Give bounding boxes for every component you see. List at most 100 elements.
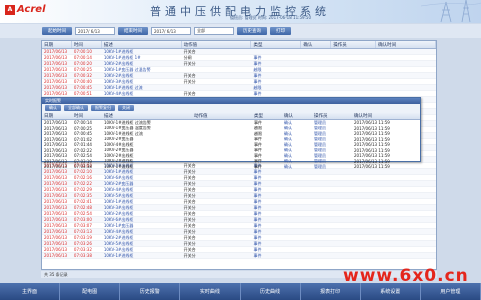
table-cell: 事件 bbox=[253, 247, 262, 252]
table-cell bbox=[331, 205, 376, 210]
table-cell bbox=[301, 223, 331, 228]
col-ack-time[interactable]: 确认时间 bbox=[376, 41, 436, 48]
nav-settings[interactable]: 系统设置 bbox=[361, 283, 421, 300]
table-cell: 开关分 bbox=[183, 229, 196, 234]
col-time[interactable]: 时间 bbox=[72, 41, 102, 48]
table-cell: 07:02:35 bbox=[73, 193, 92, 198]
nav-diagram[interactable]: 配电图 bbox=[60, 283, 121, 300]
table-cell bbox=[301, 235, 331, 240]
table-cell bbox=[301, 55, 331, 60]
end-time-label: 结束时间 bbox=[118, 27, 148, 35]
print-button[interactable]: 打印 bbox=[270, 27, 291, 35]
nav-history-curve[interactable]: 历史曲线 bbox=[241, 283, 301, 300]
bottom-nav: 主界面 配电图 历史报警 实时曲线 历史曲线 报表打印 系统设置 用户管理 bbox=[0, 283, 481, 300]
table-cell bbox=[376, 61, 436, 66]
col-desc[interactable]: 描述 bbox=[102, 41, 182, 48]
start-date-field[interactable]: 2017/ 6/13 bbox=[75, 27, 115, 35]
dcol-value: 动作值 bbox=[194, 113, 208, 119]
nav-report[interactable]: 报表打印 bbox=[301, 283, 361, 300]
nav-main[interactable]: 主界面 bbox=[0, 283, 61, 300]
table-cell bbox=[331, 199, 376, 204]
table-cell: 事件 bbox=[253, 235, 262, 240]
table-cell: 07:00:10 bbox=[73, 49, 92, 54]
table-cell: 开关合 bbox=[183, 211, 196, 216]
table-cell: 开关合 bbox=[183, 91, 196, 96]
query-button[interactable]: 历史查询 bbox=[237, 27, 267, 35]
table-cell bbox=[331, 235, 376, 240]
nav-alarm-history[interactable]: 历史报警 bbox=[120, 283, 181, 300]
table-cell bbox=[301, 205, 331, 210]
table-cell bbox=[301, 193, 331, 198]
close-button[interactable]: 关闭 bbox=[118, 105, 134, 111]
col-ack[interactable]: 确认 bbox=[301, 41, 332, 48]
table-cell bbox=[331, 79, 376, 84]
logo-text: Acrel bbox=[17, 4, 46, 15]
end-date-field[interactable]: 2017/ 6/13 bbox=[151, 27, 191, 35]
dialog-cell: 2017/06/13 11:59 bbox=[354, 164, 390, 170]
table-cell bbox=[376, 211, 436, 216]
table-cell bbox=[301, 175, 331, 180]
table-cell: 开关合 bbox=[183, 235, 196, 240]
dialog-table-body: 2017/06/13 07:00:14 10KV-1#进线柜 过流告警 事件 确认 管理员… bbox=[42, 120, 420, 170]
nav-users[interactable]: 用户管理 bbox=[421, 283, 481, 300]
col-value[interactable]: 动作值 bbox=[182, 41, 252, 48]
table-cell bbox=[331, 241, 376, 246]
table-cell bbox=[376, 55, 436, 60]
col-operator[interactable]: 操作员 bbox=[331, 41, 377, 48]
table-cell: 开关分 bbox=[183, 217, 196, 222]
table-cell bbox=[376, 79, 436, 84]
table-cell bbox=[376, 223, 436, 228]
table-cell: 2017/06/13 bbox=[44, 247, 68, 252]
table-cell bbox=[331, 67, 376, 72]
reset-button[interactable]: 报警复归 bbox=[91, 105, 115, 111]
table-cell: 10KV-1#进线柜 bbox=[103, 169, 134, 174]
table-cell: 10KV-1#进线柜 1# bbox=[103, 55, 141, 60]
table-cell bbox=[331, 91, 376, 96]
app-header: A Acrel 普通中压供配电力监控系统 值班员: 管理员 时间: 2017-0… bbox=[0, 0, 481, 23]
table-cell: 2017/06/13 bbox=[44, 175, 68, 180]
table-cell: 越限 bbox=[253, 85, 262, 90]
table-cell bbox=[331, 73, 376, 78]
table-cell: 事件 bbox=[253, 181, 262, 186]
table-cell bbox=[376, 217, 436, 222]
realtime-alarm-dialog[interactable]: 实时报警 确认 全部确认 报警复归 关闭 日期 时间 描述 动作值 类型 确认 … bbox=[41, 97, 421, 169]
table-cell: 07:02:22 bbox=[73, 181, 92, 186]
table-cell bbox=[301, 67, 331, 72]
dialog-row[interactable]: 2017/06/13 07:03:38 10KV-1#进线柜 事件 确认 管理员 2017/… bbox=[42, 164, 420, 170]
table-cell bbox=[331, 49, 376, 54]
table-cell: 2017/06/13 bbox=[44, 79, 68, 84]
table-cell: 10KV-3#出线柜 bbox=[103, 79, 134, 84]
table-row[interactable]: 2017/06/13 07:03:38 10KV-1#进线柜 开关分 事件 bbox=[42, 253, 436, 259]
table-cell: 开关分 bbox=[183, 193, 196, 198]
table-cell: 07:02:54 bbox=[73, 211, 92, 216]
table-cell: 2017/06/13 bbox=[44, 49, 68, 54]
table-cell: 事件 bbox=[253, 175, 262, 180]
table-cell: 开关合 bbox=[183, 199, 196, 204]
table-cell bbox=[331, 247, 376, 252]
table-cell: 事件 bbox=[253, 79, 262, 84]
table-cell bbox=[376, 229, 436, 234]
col-type[interactable]: 类型 bbox=[251, 41, 302, 48]
table-cell: 07:02:29 bbox=[73, 187, 92, 192]
system-subtitle: 值班员: 管理员 时间: 2017-06-18 11:59:50 bbox=[230, 15, 311, 20]
ack-button[interactable]: 确认 bbox=[45, 105, 61, 111]
nav-realtime-curve[interactable]: 实时曲线 bbox=[180, 283, 241, 300]
table-cell: 2017/06/13 bbox=[44, 205, 68, 210]
type-select[interactable]: 全部 bbox=[194, 27, 234, 35]
table-cell: 10KV-1#进线柜 bbox=[103, 49, 134, 54]
table-cell: 10KV-1#进线柜 bbox=[103, 253, 134, 258]
table-cell: 开关合 bbox=[183, 187, 196, 192]
dcol-ack-time: 确认时间 bbox=[354, 113, 372, 119]
table-cell: 事件 bbox=[253, 193, 262, 198]
table-cell: 2017/06/13 bbox=[44, 217, 68, 222]
col-date[interactable]: 日期 bbox=[42, 41, 72, 48]
table-cell: 10KV-2#出线柜 bbox=[103, 211, 134, 216]
table-cell: 10KV-1#进线柜 bbox=[103, 199, 134, 204]
logo-mark: A bbox=[5, 4, 15, 15]
table-cell: 事件 bbox=[253, 229, 262, 234]
table-cell: 07:00:45 bbox=[73, 85, 92, 90]
table-cell: 事件 bbox=[253, 73, 262, 78]
table-cell: 10KV-6#出线柜 bbox=[103, 217, 134, 222]
ack-all-button[interactable]: 全部确认 bbox=[64, 105, 88, 111]
table-cell bbox=[376, 193, 436, 198]
